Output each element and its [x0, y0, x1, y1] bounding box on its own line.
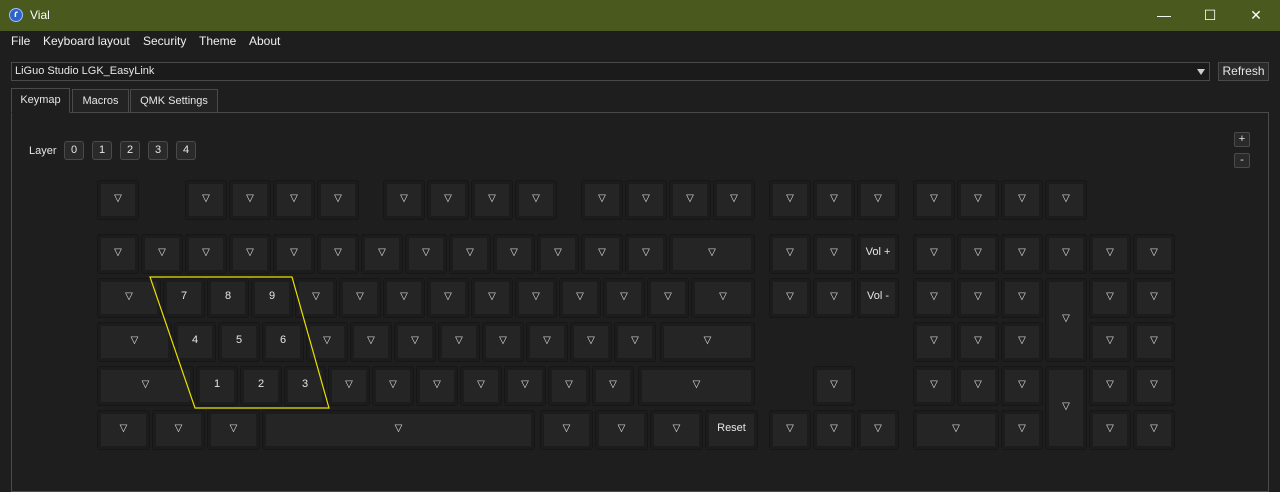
selection-outline — [149, 276, 330, 409]
tab-keymap[interactable]: Keymap — [11, 88, 70, 113]
